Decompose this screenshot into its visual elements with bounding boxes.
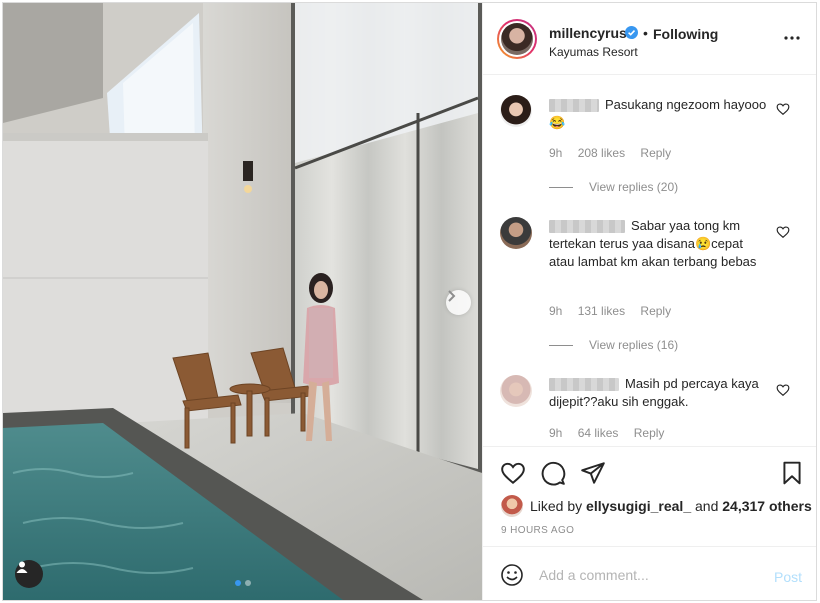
more-options-icon: [784, 36, 800, 40]
likes-summary[interactable]: Liked by ellysugigi_real_ and 24,317 oth…: [530, 498, 812, 514]
comment-text: Sabar yaa tong km tertekan terus yaa dis…: [549, 218, 757, 269]
comment-likes[interactable]: 131 likes: [578, 304, 625, 318]
user-tag-icon: [16, 561, 28, 573]
author-avatar[interactable]: [497, 19, 537, 59]
header-separator: •: [643, 25, 648, 41]
replies-divider: [549, 187, 573, 189]
likes-others-count[interactable]: 24,317 others: [722, 498, 812, 514]
view-replies-button[interactable]: View replies (16): [549, 338, 678, 352]
post-details-panel: millencyrus • Following Kayumas Resort P…: [482, 3, 816, 600]
comment-likes[interactable]: 208 likes: [578, 146, 625, 160]
view-replies-label: View replies (20): [589, 180, 679, 194]
commenter-avatar[interactable]: [500, 375, 532, 407]
replies-divider: [549, 345, 573, 347]
bookmark-icon[interactable]: [779, 460, 805, 486]
likes-and: and: [695, 498, 719, 514]
comment-age: 9h: [549, 146, 563, 160]
post-header: millencyrus • Following Kayumas Resort: [483, 3, 816, 75]
comment-meta: 9h 64 likes Reply: [549, 426, 676, 440]
more-options-button[interactable]: [783, 29, 801, 47]
liker-avatar[interactable]: [501, 495, 523, 517]
comment-meta: 9h 131 likes Reply: [549, 304, 683, 318]
photo-scene: [3, 3, 482, 600]
reply-button[interactable]: Reply: [634, 426, 665, 440]
view-replies-button[interactable]: View replies (20): [549, 180, 678, 194]
liker-username[interactable]: ellysugigi_real_: [586, 498, 691, 514]
comment-text: Pasukang ngezoom hayooo😂: [549, 97, 767, 130]
verified-badge-icon: [625, 26, 638, 39]
share-icon[interactable]: [580, 460, 606, 486]
reply-button[interactable]: Reply: [640, 304, 671, 318]
comment-age: 9h: [549, 426, 563, 440]
comment-likes[interactable]: 64 likes: [578, 426, 619, 440]
post-comment-button[interactable]: Post: [774, 569, 802, 585]
carousel-indicator: [235, 580, 251, 586]
commenter-avatar[interactable]: [500, 217, 532, 249]
comment-meta: 9h 208 likes Reply: [549, 146, 683, 160]
heart-icon[interactable]: [776, 102, 790, 116]
following-button[interactable]: Following: [653, 26, 718, 42]
comment-input[interactable]: [539, 561, 759, 589]
post-location[interactable]: Kayumas Resort: [549, 45, 638, 59]
author-username[interactable]: millencyrus: [549, 25, 627, 41]
user-tags-button[interactable]: [15, 560, 43, 588]
commenter-avatar[interactable]: [500, 95, 532, 127]
carousel-dot: [245, 580, 251, 586]
chevron-right-icon: [448, 290, 456, 302]
heart-icon[interactable]: [776, 225, 790, 239]
comment-age: 9h: [549, 304, 563, 318]
heart-icon[interactable]: [776, 383, 790, 397]
post-actions: Liked by ellysugigi_real_ and 24,317 oth…: [483, 446, 816, 546]
view-replies-label: View replies (16): [589, 338, 679, 352]
heart-icon[interactable]: [500, 460, 526, 486]
post-timestamp[interactable]: 9 HOURS AGO: [501, 525, 574, 536]
post-modal: millencyrus • Following Kayumas Resort P…: [2, 2, 817, 601]
likes-prefix: Liked by: [530, 498, 583, 514]
comment-icon[interactable]: [540, 460, 566, 486]
carousel-dot-active: [235, 580, 241, 586]
carousel-next-button[interactable]: [446, 290, 471, 315]
comments-list[interactable]: Pasukang ngezoom hayooo😂 9h 208 likes Re…: [483, 76, 816, 446]
emoji-icon[interactable]: [500, 563, 524, 587]
post-photo[interactable]: [3, 3, 482, 600]
comment-text: Masih pd percaya kaya dijepit??aku sih e…: [549, 376, 759, 409]
add-comment-bar: Post: [483, 546, 816, 600]
reply-button[interactable]: Reply: [640, 146, 671, 160]
